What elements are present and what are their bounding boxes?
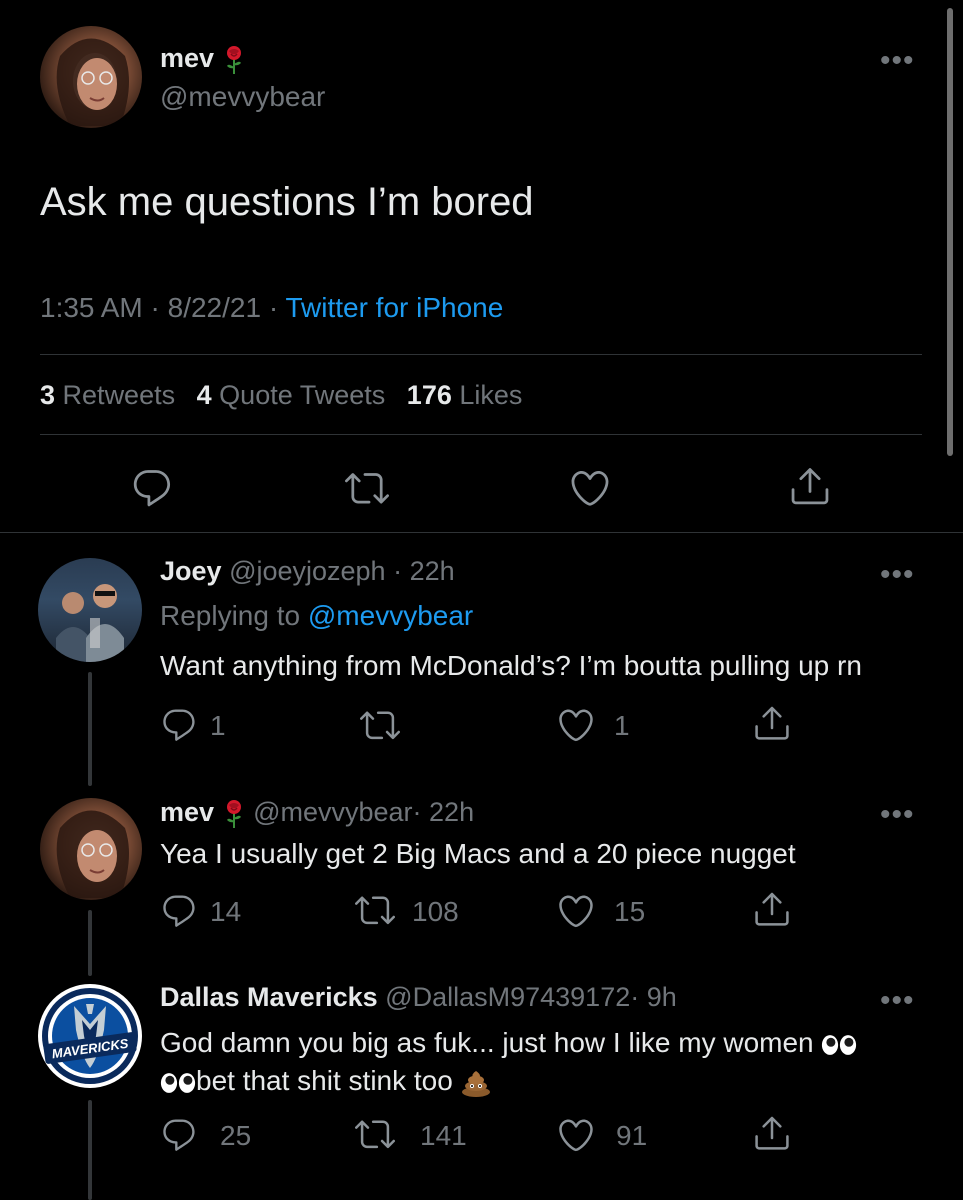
reply-text: Want anything from McDonald’s? I’m boutt… bbox=[160, 650, 862, 681]
tweet-source[interactable]: Twitter for iPhone bbox=[285, 292, 503, 323]
handle[interactable]: @joeyjozeph bbox=[229, 556, 386, 586]
reply-time[interactable]: · 9h bbox=[630, 982, 677, 1012]
avatar-image bbox=[56, 584, 124, 662]
avatar-image bbox=[56, 38, 129, 126]
retweets-stat[interactable]: 3 Retweets bbox=[40, 380, 175, 410]
thread-line bbox=[88, 672, 92, 786]
meta-separator: · bbox=[268, 292, 279, 323]
replying-to: Replying to @mevvybear bbox=[160, 600, 473, 632]
reply-time[interactable]: · 22h bbox=[393, 556, 455, 586]
reply-text: Yea I usually get 2 Big Macs and a 20 pi… bbox=[160, 838, 796, 869]
retweet-icon[interactable] bbox=[355, 890, 395, 930]
reply-time[interactable]: · 22h bbox=[413, 797, 475, 827]
eyes-emoji bbox=[821, 1033, 857, 1057]
divider bbox=[40, 434, 922, 435]
like-count: 15 bbox=[614, 896, 646, 927]
display-name[interactable]: Joey bbox=[160, 556, 222, 586]
reply-text: God damn you big as fuk... just how I li… bbox=[160, 1024, 920, 1100]
reply-icon[interactable] bbox=[160, 1116, 198, 1154]
reply-count: 1 bbox=[210, 710, 226, 741]
like-icon[interactable] bbox=[568, 466, 612, 510]
reply-text-line: bet that shit stink too bbox=[196, 1065, 453, 1096]
rose-emoji bbox=[222, 798, 246, 830]
replying-prefix: Replying to bbox=[160, 600, 301, 631]
reply-icon[interactable] bbox=[160, 706, 198, 744]
more-icon[interactable]: ••• bbox=[880, 800, 915, 830]
reply-header: Dallas Mavericks @DallasM97439172· 9h bbox=[160, 982, 677, 1013]
reply-text-line: God damn you big as fuk... just how I li… bbox=[160, 1027, 814, 1058]
like-icon[interactable] bbox=[556, 891, 596, 931]
handle[interactable]: @mevvybear bbox=[253, 797, 412, 827]
retweet-icon[interactable] bbox=[360, 705, 400, 745]
share-icon[interactable] bbox=[752, 1113, 792, 1153]
engagement-stats: 3 Retweets 4 Quote Tweets 176 Likes bbox=[40, 380, 522, 411]
scrollbar[interactable] bbox=[947, 8, 953, 456]
tweet-meta: 1:35 AM · 8/22/21 · Twitter for iPhone bbox=[40, 292, 503, 324]
like-icon[interactable] bbox=[556, 1115, 596, 1155]
mavericks-logo: MAVERICKS bbox=[42, 988, 138, 1084]
likes-stat[interactable]: 176 Likes bbox=[407, 380, 523, 410]
tweet-date[interactable]: 8/22/21 bbox=[168, 292, 261, 323]
more-icon[interactable]: ••• bbox=[880, 560, 915, 590]
thread-line bbox=[88, 910, 92, 976]
retweet-count: 141 bbox=[420, 1120, 467, 1151]
display-name[interactable]: mev bbox=[160, 43, 214, 73]
avatar-image bbox=[56, 810, 129, 898]
reply-header: Joey @joeyjozeph · 22h bbox=[160, 556, 455, 587]
avatar[interactable] bbox=[38, 558, 142, 662]
quotes-stat[interactable]: 4 Quote Tweets bbox=[197, 380, 386, 410]
meta-separator: · bbox=[150, 292, 160, 323]
tweet-text: Ask me questions I’m bored bbox=[40, 180, 534, 224]
rose-emoji bbox=[222, 44, 246, 76]
reply-count: 14 bbox=[210, 896, 242, 927]
reply-icon[interactable] bbox=[130, 466, 174, 510]
display-name[interactable]: mev bbox=[160, 797, 214, 827]
avatar[interactable] bbox=[40, 798, 142, 900]
retweet-icon[interactable] bbox=[345, 466, 389, 510]
more-icon[interactable]: ••• bbox=[880, 46, 915, 76]
tweet-time[interactable]: 1:35 AM bbox=[40, 292, 143, 323]
handle[interactable]: @DallasM97439172 bbox=[385, 982, 630, 1012]
reply-count: 25 bbox=[220, 1120, 252, 1151]
reply-header: mev @mevvybear· 22h bbox=[160, 796, 474, 830]
like-count: 91 bbox=[616, 1120, 648, 1151]
like-icon[interactable] bbox=[556, 705, 596, 745]
thread-line bbox=[88, 1100, 92, 1200]
more-icon[interactable]: ••• bbox=[880, 986, 915, 1016]
display-name[interactable]: Dallas Mavericks bbox=[160, 982, 378, 1012]
divider bbox=[0, 532, 963, 533]
share-icon[interactable] bbox=[752, 889, 792, 929]
share-icon[interactable] bbox=[788, 464, 832, 508]
avatar[interactable]: MAVERICKS bbox=[38, 984, 142, 1088]
handle[interactable]: @mevvybear bbox=[160, 81, 325, 113]
share-icon[interactable] bbox=[752, 703, 792, 743]
avatar[interactable] bbox=[40, 26, 142, 128]
poop-emoji bbox=[461, 1069, 491, 1097]
divider bbox=[40, 354, 922, 355]
retweet-icon[interactable] bbox=[355, 1114, 395, 1154]
display-name-row: mev bbox=[160, 42, 246, 76]
retweet-count: 108 bbox=[412, 896, 459, 927]
replying-to-handle[interactable]: @mevvybear bbox=[308, 600, 473, 631]
eyes-emoji bbox=[160, 1071, 196, 1095]
reply-icon[interactable] bbox=[160, 892, 198, 930]
like-count: 1 bbox=[614, 710, 630, 741]
